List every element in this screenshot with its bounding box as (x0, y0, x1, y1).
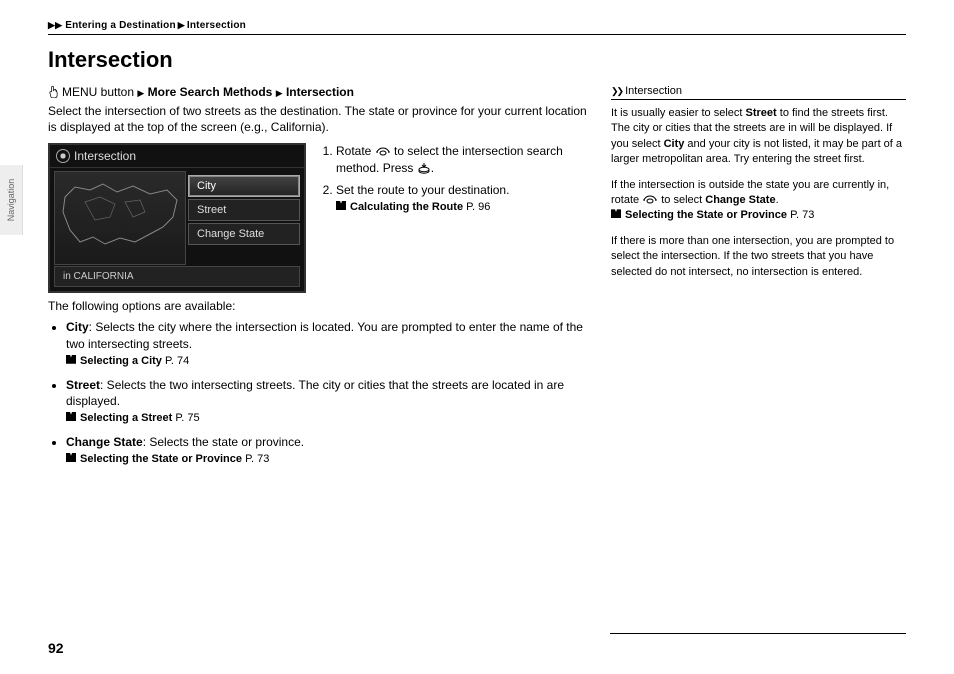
screen-state-bar: in CALIFORNIA (54, 266, 300, 287)
sidebar-header: ❯❯Intersection (611, 85, 906, 100)
options-intro: The following options are available: (48, 299, 593, 313)
book-icon (611, 209, 621, 218)
book-icon (66, 355, 76, 364)
cross-ref: Selecting the State or Province P. 73 (611, 209, 814, 221)
chevron-right-icon: ▶ (137, 88, 144, 98)
screen-menu-city: City (188, 175, 300, 197)
map-preview (54, 171, 186, 265)
breadcrumb: ▶▶ Entering a Destination▶Intersection (48, 20, 906, 31)
rotate-dial-icon (642, 193, 658, 205)
press-button-icon (417, 161, 431, 175)
menu-path-prefix: MENU button (62, 85, 134, 99)
chevron-right-icon: ▶ (276, 88, 283, 98)
book-icon (66, 412, 76, 421)
double-chevron-icon: ❯❯ (611, 86, 622, 96)
rotate-dial-icon (375, 145, 391, 157)
breadcrumb-item: Intersection (187, 20, 246, 31)
intro-text: Select the intersection of two streets a… (48, 103, 593, 135)
chevron-right-icon: ▶▶ (48, 20, 62, 30)
hand-icon (48, 85, 59, 98)
menu-path-mid: More Search Methods (148, 85, 273, 99)
step-2: Set the route to your destination. Calcu… (336, 182, 593, 215)
instruction-steps: Rotate to select the intersection search… (318, 143, 593, 293)
option-city: City: Selects the city where the interse… (66, 319, 593, 368)
page-title: Intersection (48, 47, 906, 73)
cross-ref: Selecting a Street P. 75 (66, 411, 593, 426)
step-1: Rotate to select the intersection search… (336, 143, 593, 175)
sidebar-body: It is usually easier to select Street to… (611, 106, 906, 280)
book-icon (66, 453, 76, 462)
cross-ref: Selecting a City P. 74 (66, 354, 593, 369)
screen-menu-street: Street (188, 199, 300, 221)
gps-icon (56, 149, 70, 163)
sidebar-title: Intersection (625, 85, 682, 97)
book-icon (336, 201, 346, 210)
nav-screenshot: Intersection City Street Change State in… (48, 143, 306, 293)
cross-ref: Selecting the State or Province P. 73 (66, 452, 593, 467)
screen-menu-change-state: Change State (188, 223, 300, 245)
option-street: Street: Selects the two intersecting str… (66, 377, 593, 426)
menu-path-end: Intersection (286, 85, 354, 99)
page-number: 92 (48, 640, 64, 656)
divider (610, 633, 906, 634)
option-change-state: Change State: Selects the state or provi… (66, 434, 593, 467)
cross-ref: Calculating the Route P. 96 (336, 200, 593, 215)
menu-path: MENU button ▶ More Search Methods ▶ Inte… (48, 85, 593, 99)
chevron-right-icon: ▶ (178, 20, 185, 30)
breadcrumb-item: Entering a Destination (65, 20, 176, 31)
screen-title: Intersection (74, 149, 136, 163)
